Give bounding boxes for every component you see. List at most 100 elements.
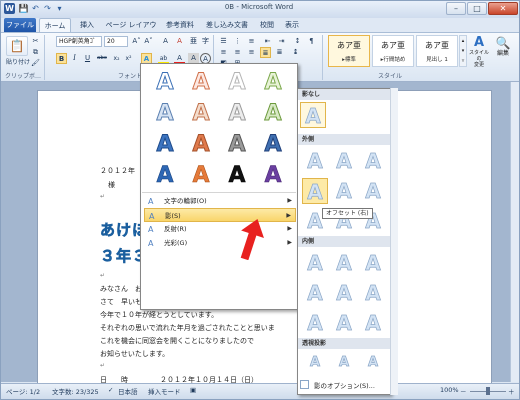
- ruby-icon[interactable]: 亜: [188, 36, 199, 47]
- tab-view[interactable]: 表示: [281, 18, 303, 32]
- underline-button[interactable]: U: [82, 53, 93, 64]
- bold-button[interactable]: B: [56, 53, 67, 64]
- style-normal[interactable]: あア亜 ▸標準: [328, 35, 370, 67]
- font-size-combo[interactable]: 20: [104, 36, 128, 47]
- format-painter-icon[interactable]: 🖌: [30, 58, 41, 69]
- cut-icon[interactable]: ✂: [30, 36, 41, 47]
- shadow-style-option[interactable]: A: [331, 310, 357, 336]
- decrease-indent-icon[interactable]: ⇤: [262, 36, 273, 47]
- status-word-count[interactable]: 文字数: 23/325: [52, 386, 99, 396]
- vertical-scrollbar[interactable]: [510, 82, 519, 382]
- shadow-style-option[interactable]: A: [360, 178, 386, 204]
- style-heading-1[interactable]: あア亜 見出し 1: [416, 35, 458, 67]
- shadow-style-option[interactable]: A: [302, 178, 328, 204]
- zoom-out-button[interactable]: －: [460, 386, 467, 396]
- tab-review[interactable]: 校閲: [256, 18, 278, 32]
- status-insert-mode[interactable]: 挿入モード: [148, 386, 181, 396]
- shadow-style-option[interactable]: A: [302, 280, 328, 306]
- styles-scroll[interactable]: ▴ ▾ ▿: [459, 35, 467, 67]
- tab-references[interactable]: 参考資料: [162, 18, 198, 32]
- text-effect-style-option[interactable]: A: [184, 99, 218, 129]
- shadow-options-link[interactable]: 影のオプション(S)...: [314, 380, 375, 390]
- distributed-icon[interactable]: ≣: [274, 47, 285, 58]
- text-effect-style-option[interactable]: A: [220, 99, 254, 129]
- shadow-style-option[interactable]: A: [302, 310, 328, 336]
- status-page[interactable]: ページ: 1/2: [6, 386, 40, 396]
- shadow-style-option[interactable]: A: [331, 178, 357, 204]
- text-effect-style-option[interactable]: A: [184, 161, 218, 191]
- text-effect-style-option[interactable]: A: [148, 68, 182, 98]
- text-effect-style-option[interactable]: A: [256, 130, 290, 160]
- copy-icon[interactable]: ⧉: [30, 47, 41, 58]
- shadow-style-option[interactable]: A: [360, 310, 386, 336]
- paste-icon[interactable]: 📋: [6, 36, 28, 56]
- menu-item-outline[interactable]: A 文字の輪郭(O) ▶: [144, 194, 296, 208]
- minimize-button[interactable]: –: [446, 2, 466, 15]
- text-effect-style-option[interactable]: A: [220, 68, 254, 98]
- justify-icon[interactable]: ≣: [260, 47, 271, 58]
- text-effect-style-option[interactable]: A: [148, 161, 182, 191]
- clear-formatting-icon[interactable]: A: [174, 36, 185, 47]
- maximize-button[interactable]: □: [467, 2, 487, 15]
- shadow-options-checkbox[interactable]: [300, 380, 309, 389]
- shadow-style-option[interactable]: A: [300, 102, 326, 128]
- text-effect-style-option[interactable]: A: [184, 130, 218, 160]
- shadow-style-option[interactable]: A: [331, 148, 357, 174]
- macro-record-icon[interactable]: ▣: [190, 386, 196, 394]
- menu-item-reflection[interactable]: A 反射(R) ▶: [144, 222, 296, 236]
- paste-button-label[interactable]: 貼り付け: [3, 57, 33, 66]
- text-effect-style-option[interactable]: A: [184, 68, 218, 98]
- subscript-button[interactable]: x₂: [111, 53, 122, 64]
- shadow-style-option[interactable]: A: [360, 148, 386, 174]
- change-case-icon[interactable]: A: [160, 36, 171, 47]
- shadow-style-option[interactable]: A: [360, 280, 386, 306]
- shadow-style-option[interactable]: A: [331, 250, 357, 276]
- zoom-level[interactable]: 100%: [440, 386, 459, 394]
- tab-mailings[interactable]: 差し込み文書: [201, 18, 253, 32]
- show-marks-icon[interactable]: ¶: [306, 36, 317, 47]
- grow-font-icon[interactable]: A˄: [131, 36, 142, 47]
- italic-button[interactable]: I: [69, 53, 80, 64]
- tab-page-layout[interactable]: ページ レイアウト: [103, 18, 159, 43]
- zoom-slider-thumb[interactable]: [486, 387, 490, 395]
- numbering-icon[interactable]: ⋮: [232, 36, 243, 47]
- increase-indent-icon[interactable]: ⇥: [276, 36, 287, 47]
- menu-item-shadow[interactable]: A 影(S) ▶: [144, 208, 296, 222]
- sort-icon[interactable]: ↕: [292, 36, 303, 47]
- shadow-style-option[interactable]: A: [302, 350, 328, 376]
- text-effect-style-option[interactable]: A: [220, 161, 254, 191]
- shadow-style-option[interactable]: A: [302, 250, 328, 276]
- change-styles-button[interactable]: A スタイルの 変更: [468, 36, 490, 70]
- align-right-icon[interactable]: ≡: [246, 47, 257, 58]
- font-name-combo[interactable]: HGP創英角ｺﾞ: [56, 36, 102, 47]
- line-spacing-icon[interactable]: ↨: [290, 47, 301, 58]
- shadow-style-option[interactable]: A: [331, 350, 357, 376]
- shadow-style-option[interactable]: A: [360, 250, 386, 276]
- text-effect-style-option[interactable]: A: [256, 68, 290, 98]
- strikethrough-button[interactable]: abc: [95, 53, 109, 64]
- text-effect-style-option[interactable]: A: [256, 99, 290, 129]
- multilevel-list-icon[interactable]: ≡: [246, 36, 257, 47]
- close-button[interactable]: ✕: [488, 2, 518, 15]
- bullets-icon[interactable]: ☰: [218, 36, 229, 47]
- status-proofing-icon[interactable]: ✓: [108, 386, 113, 394]
- text-effect-style-option[interactable]: A: [148, 99, 182, 129]
- align-center-icon[interactable]: ≡: [232, 47, 243, 58]
- shadow-style-option[interactable]: A: [331, 280, 357, 306]
- enclose-char-icon[interactable]: 字: [200, 36, 211, 47]
- text-effect-style-option[interactable]: A: [220, 130, 254, 160]
- edit-button[interactable]: 🔍 編集: [492, 36, 514, 70]
- shadow-style-option[interactable]: A: [302, 148, 328, 174]
- zoom-in-button[interactable]: ＋: [508, 386, 515, 396]
- style-no-spacing[interactable]: あア亜 ▸行間詰め: [372, 35, 414, 67]
- shrink-font-icon[interactable]: A˅: [143, 36, 154, 47]
- tab-home[interactable]: ホーム: [39, 18, 71, 32]
- text-effect-style-option[interactable]: A: [148, 130, 182, 160]
- submenu-scrollbar[interactable]: [390, 88, 398, 395]
- text-effect-style-option[interactable]: A: [256, 161, 290, 191]
- tab-file[interactable]: ファイル: [4, 18, 36, 32]
- superscript-button[interactable]: x²: [123, 53, 134, 64]
- align-left-icon[interactable]: ≡: [218, 47, 229, 58]
- tab-insert[interactable]: 挿入: [74, 18, 100, 32]
- shadow-style-option[interactable]: A: [360, 350, 386, 376]
